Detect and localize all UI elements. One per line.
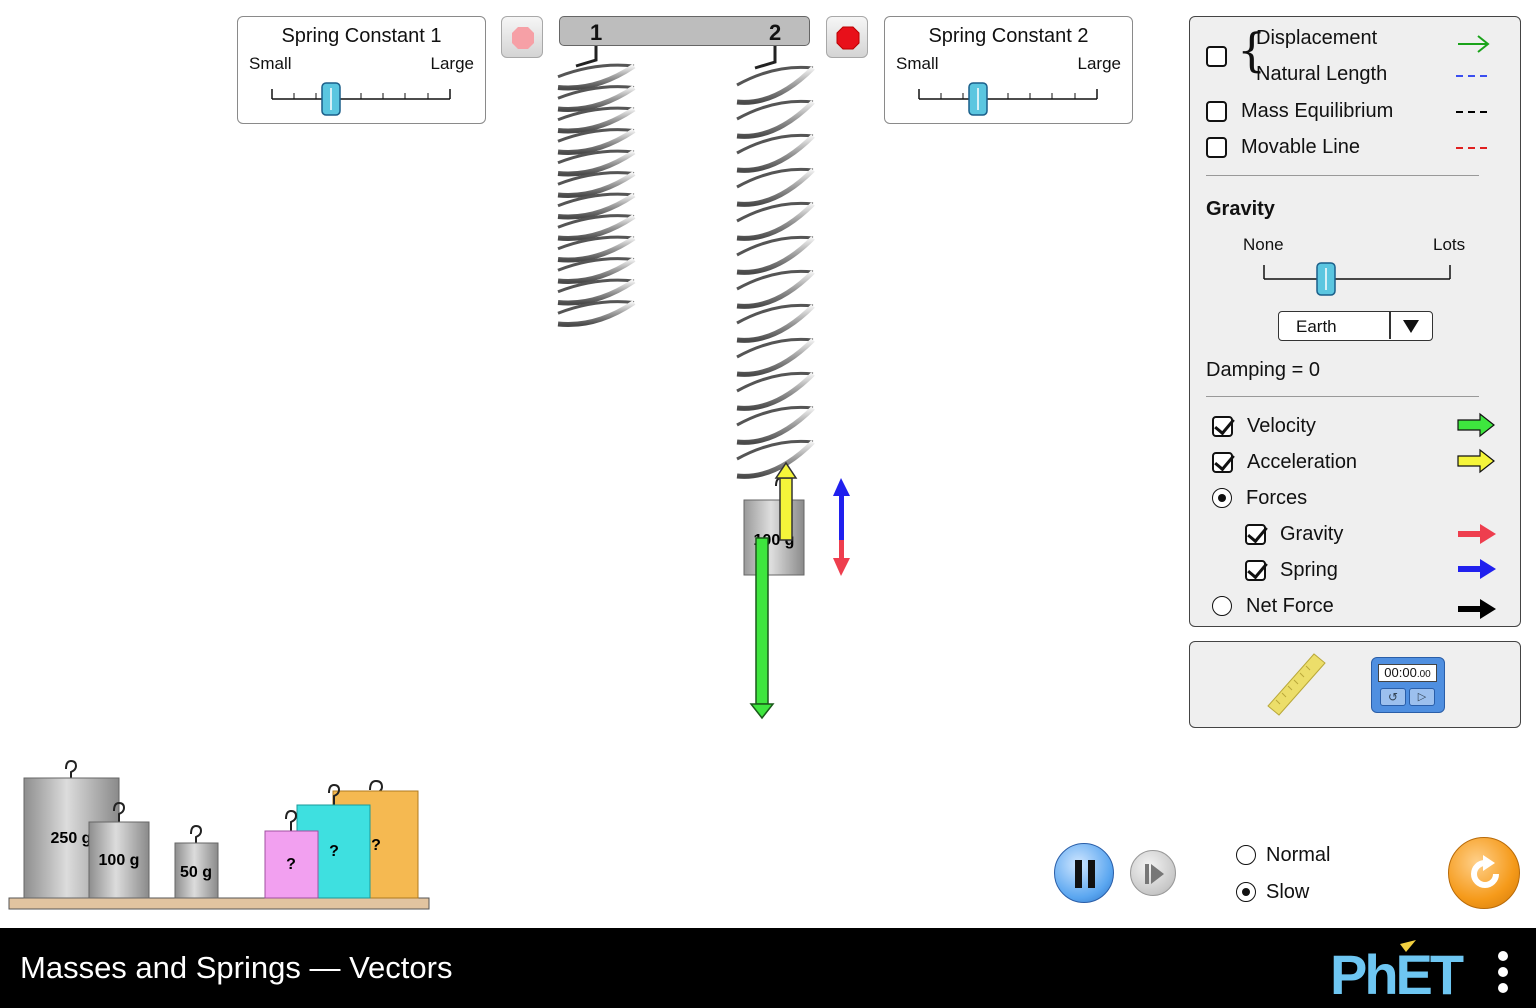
spring-arrow-icon xyxy=(1458,559,1496,579)
mass-shelf xyxy=(8,897,430,910)
spring-force-vector xyxy=(833,478,850,540)
menu-kebab-icon[interactable] xyxy=(1493,950,1513,994)
gravity-dropdown[interactable]: Earth xyxy=(1278,311,1433,341)
velocity-arrow-icon xyxy=(1457,412,1495,438)
stopwatch-icon[interactable]: 00:00.00 ↺ ▷ xyxy=(1371,657,1445,713)
acceleration-label: Acceleration xyxy=(1247,451,1358,473)
stopwatch-reset-icon: ↺ xyxy=(1380,688,1406,706)
net-force-arrow-icon xyxy=(1458,599,1496,619)
gravity-force-vector xyxy=(833,540,850,576)
step-forward-icon xyxy=(1145,864,1164,884)
damping-label: Damping = 0 xyxy=(1206,359,1320,381)
acceleration-arrow-icon xyxy=(1457,448,1495,474)
velocity-label: Velocity xyxy=(1247,415,1316,437)
navigation-bar: Masses and Springs — Vectors PhET xyxy=(0,928,1536,1008)
pause-button[interactable] xyxy=(1054,843,1114,903)
stopwatch-display: 00:00.00 xyxy=(1378,664,1437,682)
separator xyxy=(1206,396,1479,397)
gravity-force-checkbox[interactable] xyxy=(1245,524,1266,545)
mass-50g-label: 50 g xyxy=(180,864,212,881)
mystery-mass-cyan-label: ? xyxy=(329,843,339,860)
gravity-none-label: None xyxy=(1243,235,1284,254)
velocity-checkbox[interactable] xyxy=(1212,416,1233,437)
gravity-lots-label: Lots xyxy=(1433,235,1466,254)
speed-normal-radio[interactable] xyxy=(1236,845,1256,865)
mass-250g-label: 250 g xyxy=(51,830,92,847)
ruler-icon[interactable] xyxy=(1262,650,1330,718)
mass-100g-label: 100 g xyxy=(99,852,140,869)
net-force-radio[interactable] xyxy=(1212,596,1232,616)
speed-normal-label: Normal xyxy=(1266,844,1331,866)
mass-equilibrium-checkbox[interactable] xyxy=(1206,101,1227,122)
spring-force-checkbox[interactable] xyxy=(1245,560,1266,581)
triangle-down-icon xyxy=(1403,320,1419,333)
mass-equilibrium-label: Mass Equilibrium xyxy=(1241,100,1394,122)
dropdown-divider xyxy=(1389,312,1391,339)
stopwatch-play-icon: ▷ xyxy=(1409,688,1435,706)
mass-shelf-area: ? ? ? 250 g 100 g 50 g xyxy=(8,759,430,910)
gravity-heading: Gravity xyxy=(1206,198,1275,220)
spring-force-label: Spring xyxy=(1280,559,1338,581)
movable-line-label: Movable Line xyxy=(1241,136,1360,158)
phet-logo-icon: PhET xyxy=(1330,940,1467,1000)
spring-1 xyxy=(557,46,636,328)
spring-2 xyxy=(736,46,815,479)
gravity-arrow-icon xyxy=(1458,524,1496,544)
phet-logo[interactable]: PhET xyxy=(1330,938,1480,1000)
stopwatch-hundredths: .00 xyxy=(1416,669,1431,680)
natural-length-label: Natural Length xyxy=(1256,63,1388,85)
stopwatch-time: 00:00 xyxy=(1384,665,1417,680)
displacement-arrow-icon xyxy=(1458,35,1490,53)
gravity-force-label: Gravity xyxy=(1280,523,1344,545)
reset-all-button[interactable] xyxy=(1448,837,1520,909)
gravity-dropdown-value: Earth xyxy=(1296,317,1337,336)
reset-icon xyxy=(1471,855,1499,888)
spring-play-area: 100 g xyxy=(557,46,850,720)
phet-logo-text: PhET xyxy=(1330,943,1464,1000)
natural-length-line-icon xyxy=(1456,75,1492,77)
mystery-mass-orange-label: ? xyxy=(371,837,381,854)
gravity-slider[interactable] xyxy=(1258,257,1458,297)
control-panel: { Displacement Natural Length Mass Equil… xyxy=(1189,16,1521,627)
speed-slow-radio[interactable] xyxy=(1236,882,1256,902)
tools-panel: 00:00.00 ↺ ▷ xyxy=(1189,641,1521,728)
mystery-mass-pink-label: ? xyxy=(286,856,296,873)
pause-icon xyxy=(1075,860,1095,888)
movable-line-icon xyxy=(1456,147,1492,149)
attached-mass-100g[interactable]: 100 g xyxy=(743,476,805,576)
acceleration-checkbox[interactable] xyxy=(1212,452,1233,473)
displacement-checkbox[interactable] xyxy=(1206,46,1227,67)
displacement-label: Displacement xyxy=(1256,27,1378,49)
movable-line-checkbox[interactable] xyxy=(1206,137,1227,158)
sim-title: Masses and Springs — Vectors xyxy=(20,950,453,985)
forces-radio[interactable] xyxy=(1212,488,1232,508)
separator xyxy=(1206,175,1479,176)
step-forward-button[interactable] xyxy=(1130,850,1176,896)
forces-label: Forces xyxy=(1246,487,1308,509)
net-force-label: Net Force xyxy=(1246,595,1334,617)
mass-equilibrium-line-icon xyxy=(1456,111,1492,113)
mass-50g[interactable]: 50 g xyxy=(174,824,219,899)
speed-slow-label: Slow xyxy=(1266,881,1310,903)
